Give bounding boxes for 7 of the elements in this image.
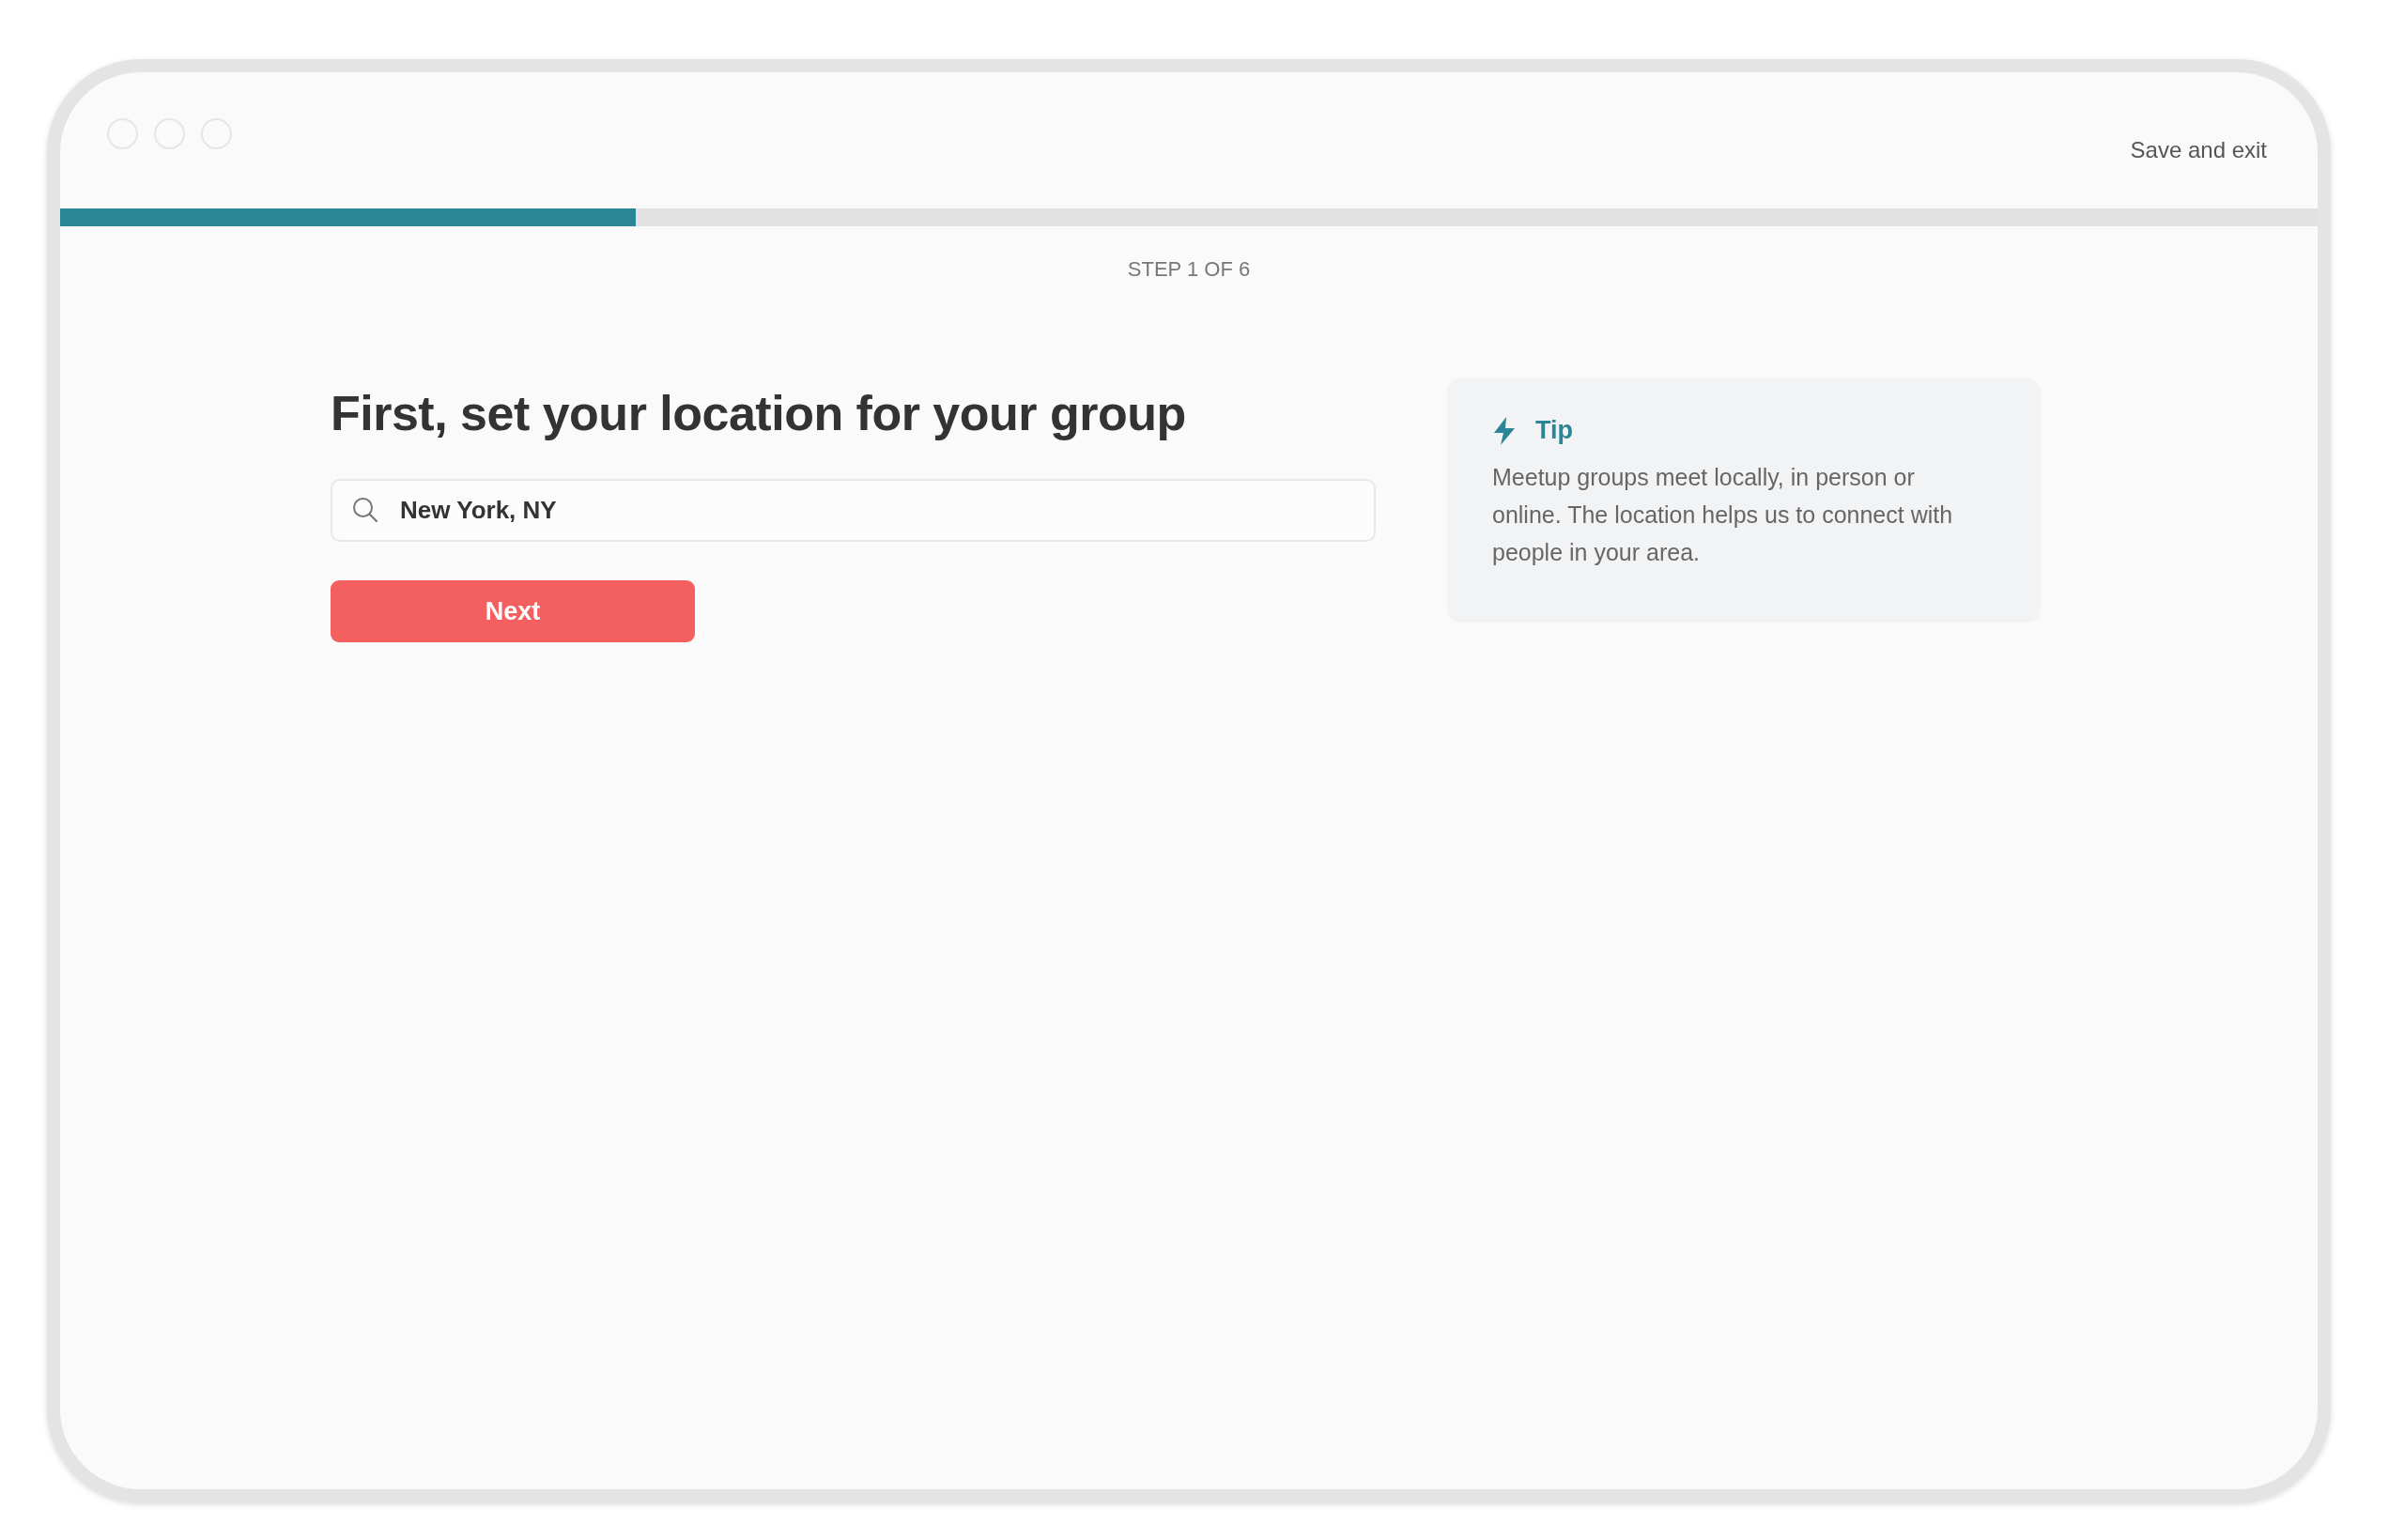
lightning-bolt-icon	[1492, 416, 1517, 445]
step-label: STEP 1 OF 6	[1127, 257, 1251, 281]
tip-text: Meetup groups meet locally, in person or online. The location helps us to connect with people in your area.	[1492, 463, 1954, 567]
save-and-exit-link[interactable]: Save and exit	[2130, 136, 2267, 163]
page-heading: First, set your location for your group	[331, 385, 1187, 442]
location-search-field[interactable]: New York, NY	[331, 479, 1376, 542]
tip-title: Tip	[1535, 416, 1573, 445]
